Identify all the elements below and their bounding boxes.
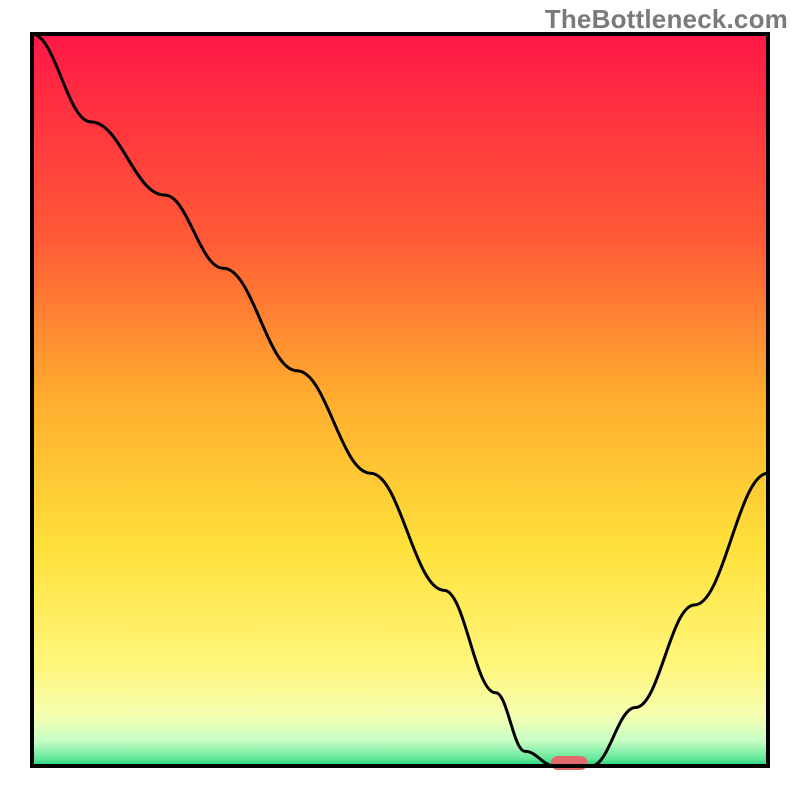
chart-container: TheBottleneck.com [0, 0, 800, 800]
plot-background [32, 34, 768, 766]
watermark-text: TheBottleneck.com [545, 4, 788, 35]
chart-svg [0, 0, 800, 800]
